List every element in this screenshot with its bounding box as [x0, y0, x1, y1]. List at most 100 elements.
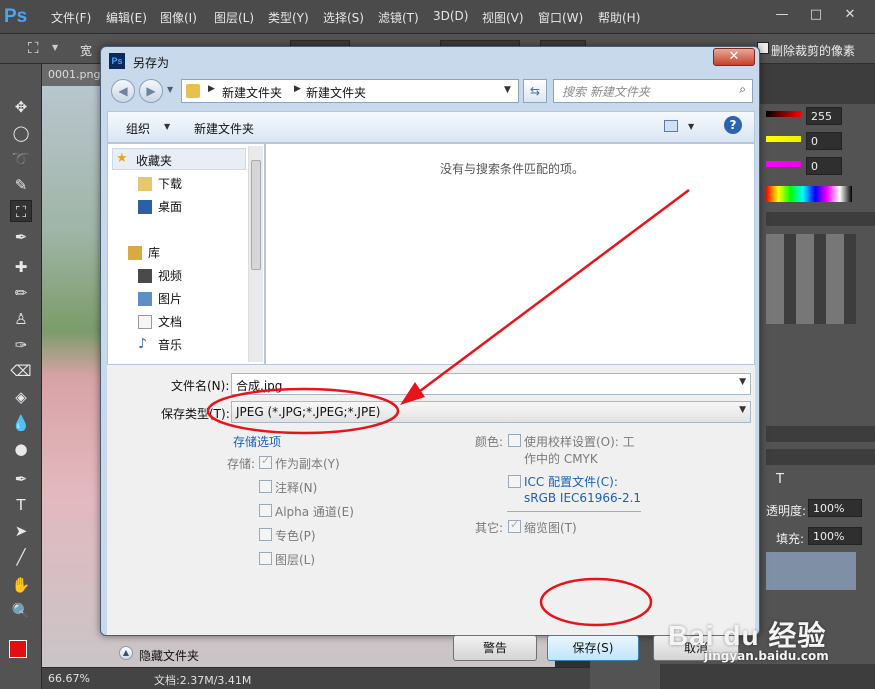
warning-button[interactable]: 警告: [453, 635, 537, 661]
divider: [507, 511, 641, 512]
breadcrumb-item[interactable]: 新建文件夹: [306, 84, 366, 101]
spot-checkbox[interactable]: [259, 528, 272, 541]
library-icon: [128, 246, 142, 260]
hand-tool-icon[interactable]: ✋: [10, 574, 32, 596]
menu-view[interactable]: 视图(V): [482, 9, 524, 26]
red-slider[interactable]: [766, 111, 801, 117]
scrollbar-thumb[interactable]: [251, 160, 261, 270]
icc-checkbox[interactable]: [508, 475, 521, 488]
stamp-tool-icon[interactable]: ♙: [10, 308, 32, 330]
menu-image[interactable]: 图像(I): [160, 9, 197, 26]
foreground-color-swatch[interactable]: [9, 640, 27, 658]
menu-filter[interactable]: 滤镜(T): [378, 9, 419, 26]
breadcrumb-item[interactable]: 新建文件夹: [222, 84, 282, 101]
nav-favorites[interactable]: ★ 收藏夹: [116, 151, 172, 172]
view-icon[interactable]: [664, 120, 678, 132]
nav-videos[interactable]: 视频: [138, 267, 182, 287]
notes-checkbox[interactable]: [259, 480, 272, 493]
dialog-close-button[interactable]: ✕: [713, 48, 755, 66]
close-button[interactable]: ✕: [838, 4, 862, 26]
green-slider[interactable]: [766, 136, 801, 142]
red-value[interactable]: 255: [806, 107, 842, 125]
address-bar[interactable]: ▶ 新建文件夹 ▶ 新建文件夹 ▼: [181, 79, 519, 103]
chevron-up-icon[interactable]: ▲: [119, 646, 133, 660]
document-tab[interactable]: 0001.png: [42, 64, 102, 86]
chevron-down-icon[interactable]: ▼: [504, 85, 511, 95]
thumbnail-checkbox[interactable]: ✓: [508, 518, 521, 533]
back-arrow-icon[interactable]: ◀: [111, 79, 135, 103]
pen-tool-icon[interactable]: ✒: [10, 468, 32, 490]
chevron-down-icon[interactable]: ▼: [739, 377, 746, 387]
menu-window[interactable]: 窗口(W): [538, 9, 583, 26]
hide-folders-button[interactable]: 隐藏文件夹: [139, 647, 199, 664]
history-brush-icon[interactable]: ✑: [10, 334, 32, 356]
menu-file[interactable]: 文件(F): [51, 9, 91, 26]
layers-checkbox[interactable]: [259, 552, 272, 565]
new-folder-button[interactable]: 新建文件夹: [194, 120, 254, 137]
menu-type[interactable]: 类型(Y): [268, 9, 309, 26]
maximize-button[interactable]: □: [804, 4, 828, 26]
fill-field[interactable]: 100%: [808, 527, 862, 545]
nav-desktop[interactable]: 桌面: [138, 198, 182, 218]
eraser-tool-icon[interactable]: ⌫: [10, 360, 32, 382]
line-tool-icon[interactable]: ╱: [10, 546, 32, 568]
nav-downloads[interactable]: 下载: [138, 175, 182, 195]
blue-slider[interactable]: [766, 161, 801, 167]
doc-info: 文档:2.37M/3.41M: [154, 674, 252, 687]
styles-grid[interactable]: [766, 234, 856, 324]
opacity-field[interactable]: 100%: [808, 499, 862, 517]
menu-edit[interactable]: 编辑(E): [106, 9, 147, 26]
search-icon[interactable]: ⌕: [739, 82, 746, 97]
zoom-tool-icon[interactable]: 🔍: [10, 600, 32, 622]
nav-library[interactable]: 库: [128, 244, 160, 264]
color-ramp[interactable]: [766, 186, 852, 202]
type-filter-icon[interactable]: T: [776, 472, 784, 487]
lasso-tool-icon[interactable]: ➰: [10, 148, 32, 170]
move-tool-icon[interactable]: ✥: [10, 96, 32, 118]
file-list[interactable]: 没有与搜索条件匹配的项。: [265, 143, 755, 365]
forward-arrow-icon[interactable]: ▶: [139, 79, 163, 103]
nav-scrollbar[interactable]: [248, 146, 263, 362]
quick-select-tool-icon[interactable]: ✎: [10, 174, 32, 196]
brush-tool-icon[interactable]: ✏: [10, 282, 32, 304]
help-icon[interactable]: ?: [724, 116, 742, 134]
crop-tool-icon[interactable]: ⛶: [28, 39, 39, 57]
chevron-down-icon[interactable]: ▼: [164, 122, 170, 131]
nav-music[interactable]: ♪ 音乐: [138, 336, 182, 356]
layer-thumbnail[interactable]: [766, 552, 856, 590]
nav-documents[interactable]: 文档: [138, 313, 182, 333]
menu-select[interactable]: 选择(S): [323, 9, 364, 26]
healing-tool-icon[interactable]: ✚: [10, 256, 32, 278]
search-input[interactable]: 搜索 新建文件夹 ⌕: [553, 79, 753, 103]
filename-input[interactable]: 合成.jpg ▼: [231, 373, 751, 395]
path-select-icon[interactable]: ➤: [10, 520, 32, 542]
nav-pictures[interactable]: 图片: [138, 290, 182, 310]
alpha-checkbox[interactable]: [259, 504, 272, 517]
crop-tool-icon[interactable]: ⛶: [10, 200, 32, 222]
green-value[interactable]: 0: [806, 132, 842, 150]
recent-dropdown-icon[interactable]: ▼: [167, 85, 173, 94]
chevron-down-icon[interactable]: ▼: [688, 122, 694, 131]
bucket-tool-icon[interactable]: ◈: [10, 386, 32, 408]
menu-help[interactable]: 帮助(H): [598, 9, 640, 26]
menu-3d[interactable]: 3D(D): [433, 9, 468, 23]
menu-layer[interactable]: 图层(L): [214, 9, 254, 26]
type-tool-icon[interactable]: T: [10, 494, 32, 516]
minimize-button[interactable]: —: [770, 4, 794, 26]
proof-checkbox[interactable]: [508, 434, 521, 447]
save-button[interactable]: 保存(S): [547, 635, 639, 661]
as-copy-checkbox[interactable]: ✓: [259, 454, 272, 469]
organize-button[interactable]: 组织: [126, 120, 150, 137]
dodge-tool-icon[interactable]: ●: [10, 438, 32, 460]
chevron-down-icon[interactable]: ▼: [52, 43, 58, 52]
eyedropper-tool-icon[interactable]: ✒: [10, 226, 32, 248]
zoom-level[interactable]: 66.67%: [48, 672, 90, 685]
filetype-select[interactable]: JPEG (*.JPG;*.JPEG;*.JPE) ▼: [231, 401, 751, 423]
refresh-icon[interactable]: ⇆: [523, 79, 547, 103]
fill-label: 填充:: [776, 532, 805, 546]
blue-value[interactable]: 0: [806, 157, 842, 175]
delete-cropped-label: 删除裁剪的像素: [771, 44, 856, 58]
marquee-tool-icon[interactable]: ◯: [10, 122, 32, 144]
chevron-down-icon[interactable]: ▼: [739, 405, 746, 415]
blur-tool-icon[interactable]: 💧: [10, 412, 32, 434]
